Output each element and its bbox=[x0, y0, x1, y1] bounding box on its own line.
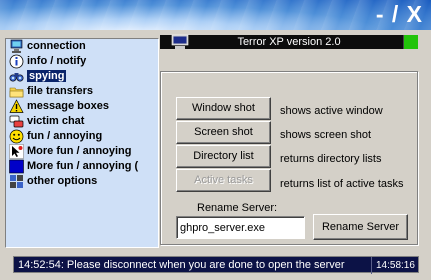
app-title: Terror XP version 2.0 bbox=[237, 36, 341, 48]
window-shot-button[interactable]: Window shot bbox=[176, 97, 271, 120]
rename-server-label: Rename Server: bbox=[197, 202, 278, 214]
chat-icon bbox=[9, 115, 24, 128]
active-tasks-description: returns list of active tasks bbox=[280, 178, 404, 190]
active-tasks-button[interactable]: Active tasks bbox=[176, 169, 271, 192]
directory-list-label: Directory list bbox=[193, 150, 254, 162]
rename-server-button[interactable]: Rename Server bbox=[313, 214, 408, 240]
screen-shot-description: shows screen shot bbox=[280, 129, 372, 141]
sidebar-item-fun-annoying[interactable]: fun / annoying bbox=[6, 129, 158, 144]
sidebar-item-info-notify[interactable]: info / notify bbox=[6, 54, 158, 69]
binoculars-icon bbox=[9, 73, 24, 82]
rename-server-button-label: Rename Server bbox=[321, 221, 400, 233]
active-tasks-label: Active tasks bbox=[194, 174, 253, 186]
warning-icon bbox=[9, 99, 24, 113]
sidebar-item-more-fun-annoying-2[interactable]: More fun / annoying ( bbox=[6, 159, 158, 174]
close-button[interactable]: X bbox=[407, 1, 423, 27]
directory-list-button[interactable]: Directory list bbox=[176, 145, 271, 168]
sidebar-nav: connection info / notify spying file tra… bbox=[5, 38, 159, 248]
sidebar-item-victim-chat[interactable]: victim chat bbox=[6, 114, 158, 129]
connection-status-light bbox=[403, 35, 418, 49]
sidebar-item-label: fun / annoying bbox=[27, 130, 103, 142]
app-title-bar: Terror XP version 2.0 bbox=[160, 34, 418, 49]
minimize-button[interactable]: - bbox=[376, 1, 385, 27]
sidebar-item-label: file transfers bbox=[27, 85, 94, 97]
screen-shot-label: Screen shot bbox=[194, 126, 253, 138]
grid-icon bbox=[10, 175, 23, 188]
network-globe-icon bbox=[10, 39, 23, 53]
window-controls: - / X bbox=[376, 1, 423, 28]
sidebar-item-label: info / notify bbox=[27, 55, 87, 67]
sidebar-item-more-fun-annoying[interactable]: More fun / annoying bbox=[6, 144, 158, 159]
smiley-icon bbox=[9, 129, 24, 144]
sidebar-item-label: victim chat bbox=[27, 115, 85, 127]
folder-icon bbox=[9, 87, 24, 98]
controls-separator: / bbox=[391, 1, 400, 27]
sidebar-item-spying[interactable]: spying bbox=[6, 69, 158, 84]
status-bar: 14:52:54: Please disconnect when you are… bbox=[13, 256, 419, 274]
blue-screen-icon bbox=[9, 159, 24, 174]
info-icon bbox=[9, 54, 24, 69]
monitor-icon bbox=[171, 34, 189, 49]
sidebar-item-label: More fun / annoying bbox=[27, 145, 132, 157]
window-shot-description: shows active window bbox=[280, 105, 383, 117]
sidebar-item-other-options[interactable]: other options bbox=[6, 174, 158, 189]
status-message: 14:52:54: Please disconnect when you are… bbox=[18, 259, 345, 271]
sidebar-item-connection[interactable]: connection bbox=[6, 39, 158, 54]
status-clock: 14:58:16 bbox=[371, 257, 415, 274]
sidebar-item-label: message boxes bbox=[27, 100, 109, 112]
window-shot-label: Window shot bbox=[192, 102, 255, 114]
sidebar-item-label: connection bbox=[27, 40, 86, 52]
title-bar: - / X bbox=[0, 0, 431, 30]
sidebar-item-message-boxes[interactable]: message boxes bbox=[6, 99, 158, 114]
cursor-icon bbox=[9, 144, 24, 159]
sidebar-item-file-transfers[interactable]: file transfers bbox=[6, 84, 158, 99]
screen-shot-button[interactable]: Screen shot bbox=[176, 121, 271, 144]
directory-list-description: returns directory lists bbox=[280, 153, 382, 165]
sidebar-item-label: spying bbox=[27, 70, 67, 82]
server-name-input[interactable] bbox=[176, 216, 305, 239]
sidebar-item-label: other options bbox=[27, 175, 98, 187]
sidebar-item-label: More fun / annoying ( bbox=[27, 160, 139, 172]
